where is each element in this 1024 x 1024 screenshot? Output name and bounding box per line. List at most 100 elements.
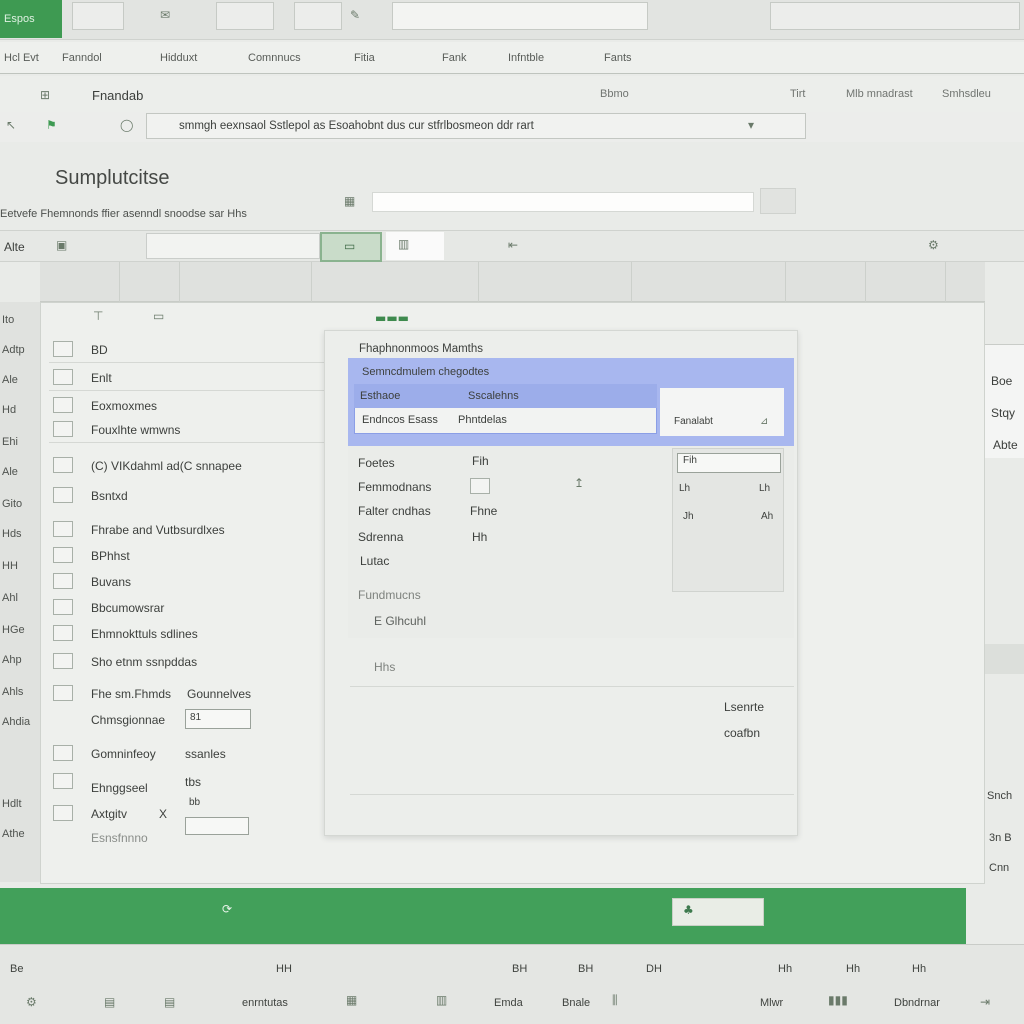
circle-icon[interactable]: ◯ — [120, 118, 133, 132]
chart-icon[interactable]: ▤ — [104, 995, 115, 1009]
toolbar-item[interactable]: Mlwr — [760, 997, 783, 1009]
preview-thumbnail[interactable]: ♣ — [672, 898, 764, 926]
toolbar-item[interactable]: DH — [646, 963, 662, 975]
arrow-icon[interactable]: ⇤ — [508, 238, 518, 252]
list-item[interactable]: Enlt — [49, 363, 347, 391]
list-item[interactable]: Eoxmoxmes — [49, 393, 347, 417]
toolbar-item[interactable]: Hh — [846, 963, 860, 975]
subbox-item[interactable]: Jh — [683, 511, 694, 522]
row-label[interactable]: Ahl — [2, 592, 18, 604]
form-input[interactable]: 81 — [185, 709, 251, 729]
toolbar-item[interactable]: Bnale — [562, 997, 590, 1009]
ribbon-item[interactable]: Bbmo — [600, 88, 629, 100]
image-icon[interactable]: ▬▬▬ — [375, 311, 409, 325]
column-header[interactable] — [122, 262, 180, 302]
formula-input[interactable]: smmgh eexnsaol Sstlepol as Esoahobnt dus… — [146, 113, 806, 139]
toolbar-item[interactable]: Hh — [912, 963, 926, 975]
menu-item[interactable]: Comnnucs — [248, 52, 301, 64]
right-pane-item[interactable]: Abte — [993, 438, 1018, 452]
row-label[interactable]: Adtp — [2, 344, 25, 356]
tag-icon[interactable]: ⚙ — [928, 238, 939, 252]
toolbar-item[interactable]: Emda — [494, 997, 523, 1009]
toolbar-slot[interactable] — [294, 2, 342, 30]
row-label[interactable]: Athe — [2, 828, 25, 840]
column-header[interactable] — [182, 262, 312, 302]
menu-item[interactable]: Fanndol — [62, 52, 102, 64]
menu-item[interactable]: Fank — [442, 52, 466, 64]
ribbon-icon[interactable]: ✉ — [160, 8, 170, 22]
subbox-item[interactable]: Lh — [679, 483, 690, 494]
ribbon-item[interactable]: Smhsdleu — [942, 88, 991, 100]
column-header[interactable] — [788, 262, 866, 302]
palette-icon[interactable]: ▣ — [56, 238, 67, 252]
cursor-icon[interactable]: ↖ — [6, 118, 16, 132]
list-item[interactable]: Fouxlhte wmwns — [49, 417, 347, 443]
dialog-side-button[interactable]: Fanalabt ⊿ — [660, 388, 784, 436]
column-header[interactable] — [634, 262, 786, 302]
row-label[interactable]: Hd — [2, 404, 16, 416]
row-label[interactable]: HGe — [2, 624, 25, 636]
list-item[interactable]: Bbcumowsrar — [49, 595, 347, 621]
ribbon-icon[interactable]: ⊞ — [40, 88, 50, 102]
chart-icon[interactable]: ▤ — [164, 995, 175, 1009]
ribbon-item[interactable]: Mlb mnadrast — [846, 88, 913, 100]
header-input[interactable] — [372, 192, 754, 212]
row-label[interactable]: Ale — [2, 374, 18, 386]
row-label[interactable]: HH — [2, 560, 18, 572]
right-pane-item[interactable]: Cnn — [989, 862, 1009, 874]
menu-item[interactable]: Hcl Evt — [4, 52, 39, 64]
function-icon[interactable]: ⚑ — [46, 118, 57, 132]
row-label[interactable]: Gito — [2, 498, 22, 510]
menu-item[interactable]: Fants — [604, 52, 632, 64]
grid-icon[interactable]: ▦ — [346, 993, 357, 1007]
toolbar-slot[interactable] — [216, 2, 274, 30]
prop-value[interactable]: Fih — [472, 454, 489, 468]
list-item[interactable]: BD — [49, 335, 347, 363]
columns-icon[interactable]: ⫼ — [612, 993, 618, 1008]
list-item[interactable]: Ehmnokttuls sdlines — [49, 621, 347, 647]
row-label[interactable]: Ale — [2, 466, 18, 478]
pin-icon[interactable]: ↥ — [574, 476, 584, 490]
row-label[interactable]: Ahp — [2, 654, 22, 666]
column-header[interactable] — [478, 262, 632, 302]
dialog-list-row-selected[interactable]: Esthaoe Sscalehns — [354, 384, 657, 408]
refresh-icon[interactable]: ⟳ — [222, 902, 232, 916]
toolbar-item[interactable]: Be — [10, 963, 23, 975]
list-item[interactable]: Fhrabe and Vutbsurdlxes — [49, 517, 347, 543]
right-pane-item[interactable]: 3n B — [989, 832, 1012, 844]
toolbar-item[interactable]: HH — [276, 963, 292, 975]
list-item[interactable]: (C) VIKdahml ad(C snnapee — [49, 453, 347, 479]
edit-icon[interactable]: ✎ — [350, 8, 360, 22]
column-header[interactable] — [40, 262, 120, 302]
list-item[interactable]: BPhhst — [49, 543, 347, 569]
list-item[interactable]: Sho etnm ssnpddas — [49, 649, 347, 675]
row-label[interactable]: Ehi — [2, 436, 18, 448]
row-label[interactable]: Hds — [2, 528, 22, 540]
form-input[interactable] — [185, 817, 249, 835]
right-pane-item[interactable]: Boe — [991, 374, 1012, 388]
toolbar-item[interactable]: BH — [578, 963, 593, 975]
dropdown-icon[interactable]: ▾ — [748, 118, 754, 132]
subbox-item[interactable]: Fih — [683, 455, 697, 466]
prop-checkbox[interactable] — [470, 478, 490, 494]
row-label[interactable]: Ahdia — [2, 716, 30, 728]
prop-value[interactable]: Fhne — [470, 504, 497, 518]
ribbon-item[interactable]: Tirt — [790, 88, 805, 100]
toolbar-slot[interactable] — [392, 2, 648, 30]
confirm-button[interactable]: ▭ — [320, 232, 382, 262]
toolbar-slot[interactable] — [770, 2, 1020, 30]
dialog-list-row[interactable]: Endncos Esass Phntdelas — [354, 408, 657, 434]
prop-value[interactable]: Hh — [472, 530, 487, 544]
column-header[interactable] — [868, 262, 946, 302]
table-icon[interactable]: ▥ — [436, 993, 447, 1007]
arrow-right-icon[interactable]: ⇥ — [980, 995, 990, 1009]
menu-item[interactable]: Hidduxt — [160, 52, 197, 64]
toolbar-item[interactable]: BH — [512, 963, 527, 975]
toolbar-slot[interactable] — [72, 2, 124, 30]
row-label[interactable]: Ahls — [2, 686, 23, 698]
sort-icon[interactable]: ▭ — [153, 309, 164, 323]
toolbar-item[interactable]: Dbndrnar — [894, 997, 940, 1009]
toolbar-item[interactable]: Hh — [778, 963, 792, 975]
menu-item[interactable]: Infntble — [508, 52, 544, 64]
right-pane-item[interactable]: Snch — [987, 790, 1012, 802]
